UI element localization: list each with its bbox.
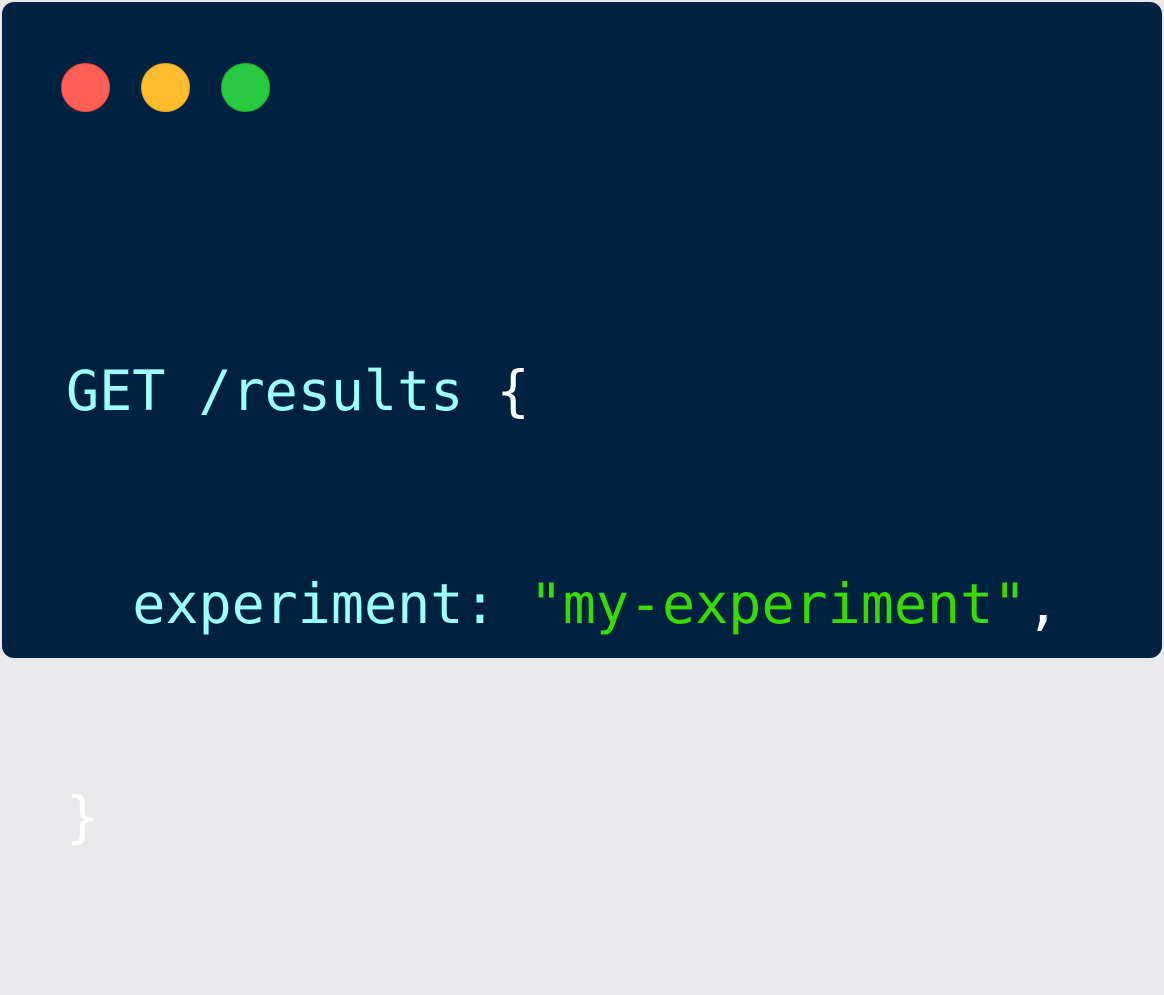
- minimize-dot-icon[interactable]: [141, 63, 190, 112]
- param-key: experiment:: [132, 572, 497, 636]
- code-window: GET /results { experiment: "my-experimen…: [2, 2, 1162, 849]
- code-line-2: experiment: "my-experiment",: [66, 569, 1059, 640]
- param-value: "my-experiment": [529, 572, 1027, 636]
- code-block: GET /results { experiment: "my-experimen…: [66, 214, 1059, 995]
- open-brace: {: [496, 359, 530, 423]
- maximize-dot-icon[interactable]: [221, 63, 270, 112]
- request-method-path: GET /results: [66, 359, 464, 423]
- comma: ,: [1026, 572, 1060, 636]
- code-line-1: GET /results {: [66, 356, 1059, 427]
- close-dot-icon[interactable]: [61, 63, 110, 112]
- close-brace: }: [66, 785, 100, 849]
- code-line-3: }: [66, 782, 1059, 853]
